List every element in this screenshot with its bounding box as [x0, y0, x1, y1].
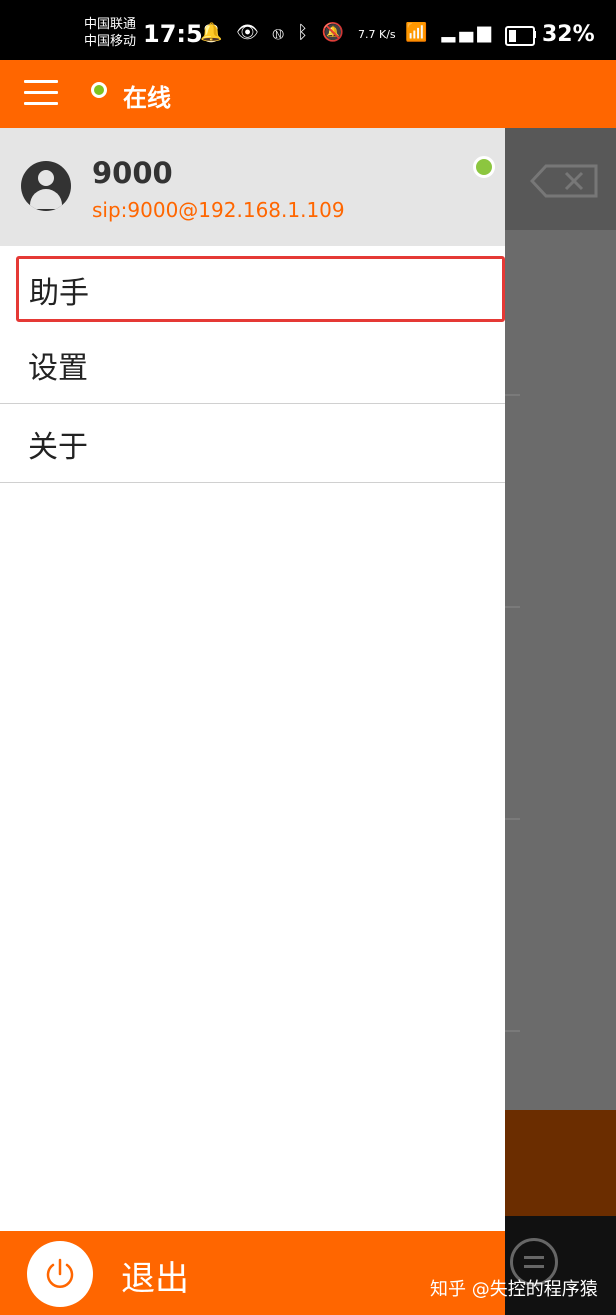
battery-icon	[505, 26, 535, 46]
bell-icon: 🔔	[200, 22, 227, 43]
background-dial-display	[505, 128, 616, 230]
menu-item-about[interactable]: 关于	[0, 404, 505, 483]
menu-item-assistant[interactable]: 助手	[16, 256, 505, 322]
nfc-icon: Ⓝ	[272, 22, 288, 43]
carrier-1: 中国联通	[84, 17, 137, 32]
registration-status-dot	[473, 156, 495, 178]
background-call-button	[505, 1110, 616, 1216]
backspace-icon	[530, 164, 598, 198]
navigation-drawer: 9000 sip:9000@192.168.1.109 助手 设置 关于 退出	[0, 128, 505, 1315]
online-status-text: 在线	[123, 84, 171, 112]
power-icon	[46, 1258, 74, 1288]
carrier-2: 中国移动	[84, 34, 137, 49]
online-status-dot	[91, 82, 107, 98]
status-bar: 中国联通 中国移动 17:58 🔔 👁 Ⓝ ᛒ 🔕 7.7 K/s 📶 ▂▄▆ …	[0, 0, 616, 60]
menu-item-label: 关于	[28, 430, 88, 465]
menu-item-label: 设置	[28, 351, 88, 386]
logout-button[interactable]: 退出	[0, 1231, 505, 1315]
menu-item-settings[interactable]: 设置	[0, 325, 505, 404]
power-button[interactable]	[27, 1241, 93, 1307]
menu-item-label: 助手	[29, 276, 89, 311]
logout-label: 退出	[121, 1259, 189, 1299]
app-bar: 在线	[0, 60, 616, 128]
eye-icon: 👁	[236, 22, 264, 43]
net-speed: 7.7 K/s	[358, 28, 396, 41]
divider	[505, 818, 520, 820]
battery-fill	[509, 30, 516, 42]
battery-cap	[533, 31, 536, 38]
background-content	[505, 128, 616, 1315]
user-name: 9000	[92, 156, 173, 190]
divider	[505, 1030, 520, 1032]
signal-icon: ▂▄▆	[441, 22, 496, 43]
bluetooth-icon: ᛒ	[297, 22, 313, 43]
avatar-icon	[21, 161, 71, 211]
status-icons: 🔔 👁 Ⓝ ᛒ 🔕 7.7 K/s 📶 ▂▄▆	[200, 22, 495, 43]
battery-percent: 32%	[542, 22, 595, 47]
carrier-info: 中国联通 中国移动	[84, 16, 136, 50]
wifi-icon: 📶	[405, 22, 432, 43]
menu-icon[interactable]	[24, 78, 58, 108]
mute-icon: 🔕	[321, 22, 349, 43]
user-sip-address: sip:9000@192.168.1.109	[92, 198, 345, 222]
divider	[505, 606, 520, 608]
drawer-header: 9000 sip:9000@192.168.1.109	[0, 128, 505, 246]
divider	[505, 394, 520, 396]
watermark-text: 知乎 @失控的程序猿	[430, 1279, 598, 1300]
